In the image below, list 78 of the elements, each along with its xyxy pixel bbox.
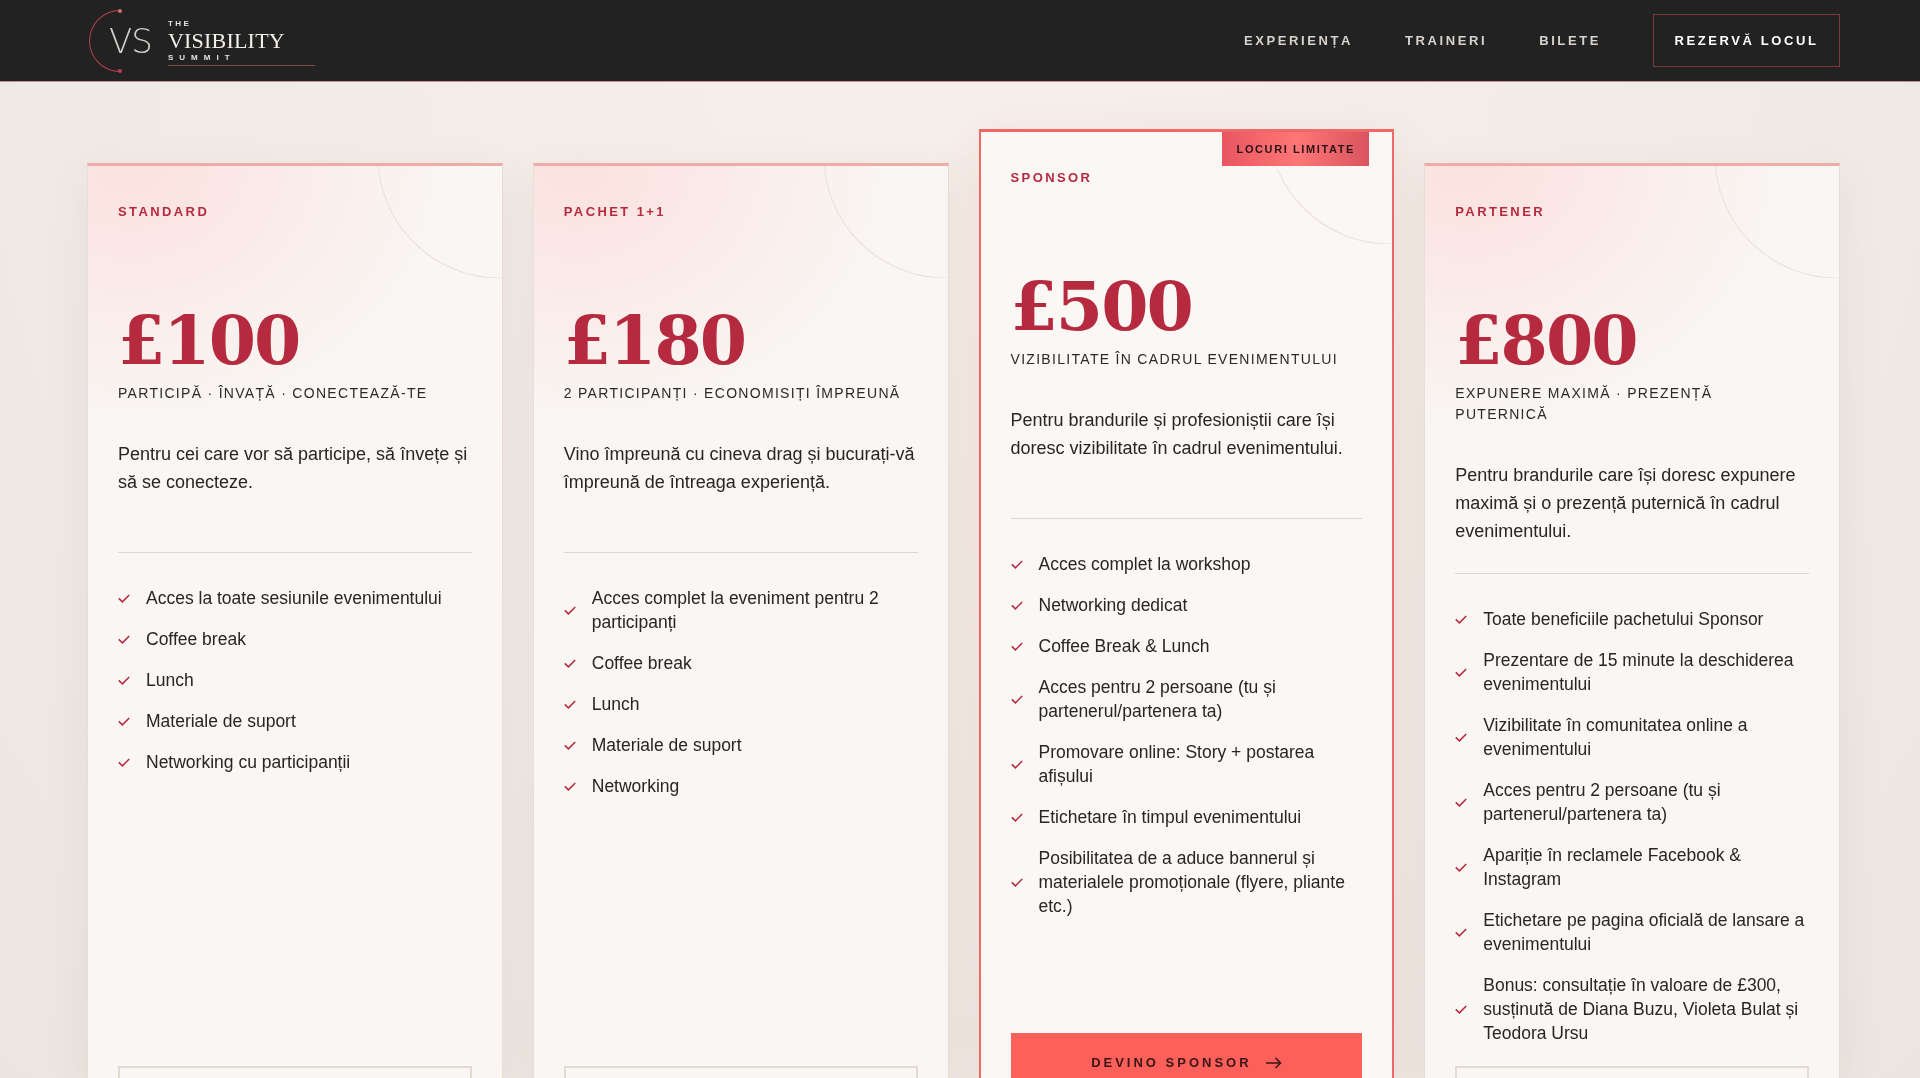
check-icon bbox=[1010, 812, 1023, 822]
logo-tagline: SUMMIT bbox=[168, 53, 236, 62]
feature-text: Acces pentru 2 persoane (tu și partenerul/partenera ta) bbox=[1483, 779, 1722, 826]
plan-price: £180 bbox=[563, 300, 745, 380]
check-icon bbox=[563, 699, 576, 709]
feature-text: Networking cu participanții bbox=[146, 751, 351, 774]
plan-description: Pentru brandurile și profesioniștii care își doresc vizibilitate în cadrul evenimentului. bbox=[1010, 409, 1344, 460]
outline-button[interactable] bbox=[1455, 1066, 1809, 1078]
feature-text: Bonus: consultație în valoare de £300, susținută de Diana Buzu, Violeta Bulat și Teodora Ursu bbox=[1483, 974, 1800, 1045]
check-icon bbox=[1455, 732, 1468, 742]
check-icon bbox=[1010, 559, 1023, 569]
logo-monogram: VS bbox=[89, 8, 155, 73]
check-icon bbox=[118, 757, 130, 767]
plan-description: Pentru cei care vor să participe, să învețe și să se conecteze. bbox=[118, 443, 469, 494]
check-icon bbox=[1455, 862, 1468, 872]
check-icon bbox=[1455, 797, 1468, 807]
logo-tagline: THE bbox=[168, 19, 192, 28]
plan-price: £800 bbox=[1455, 300, 1637, 380]
plan-price: £100 bbox=[118, 300, 300, 380]
check-icon bbox=[563, 781, 576, 791]
outline-button[interactable] bbox=[563, 1066, 918, 1078]
check-icon bbox=[118, 634, 130, 644]
feature-text: Prezentare de 15 minute la deschiderea evenimentului bbox=[1483, 649, 1795, 696]
check-icon bbox=[1455, 614, 1468, 624]
feature-text: Acces la toate sesiunile evenimentului bbox=[146, 587, 442, 610]
feature-text: Posibilitatea de a aduce bannerul și materialele promoționale (flyere, pliante etc.) bbox=[1038, 847, 1346, 918]
badge: LOCURI LIMITATE bbox=[1222, 132, 1370, 166]
check-icon bbox=[1455, 1004, 1468, 1014]
feature-text: Vizibilitate în comunitatea online a evenimentului bbox=[1483, 714, 1749, 761]
arrow-icon bbox=[1265, 1057, 1282, 1069]
check-icon bbox=[563, 658, 576, 668]
feature-text: Etichetare în timpul evenimentului bbox=[1038, 806, 1302, 829]
sponsor-button[interactable]: DEVINO SPONSOR bbox=[1010, 1033, 1363, 1078]
plan-description: Pentru brandurile care își doresc expunere maximă și o prezență puternică în cadrul evenimentului. bbox=[1455, 464, 1797, 543]
feature-text: Coffee break bbox=[591, 652, 692, 675]
outline-button[interactable] bbox=[118, 1066, 472, 1078]
nav-link[interactable]: EXPERIENȚA bbox=[1243, 33, 1353, 48]
feature-text: Etichetare pe pagina oficială de lansare a evenimentului bbox=[1483, 909, 1806, 956]
check-icon bbox=[1010, 641, 1023, 651]
check-icon bbox=[1010, 600, 1023, 610]
feature-text: Coffee Break & Lunch bbox=[1038, 635, 1210, 658]
reserve-button[interactable]: REZERVĂ LOCUL bbox=[1653, 14, 1840, 67]
feature-text: Coffee break bbox=[146, 628, 246, 651]
logo-wordmark: VISIBILITY bbox=[168, 29, 285, 52]
plan-subtitle: PARTICIPĂ · ÎNVAȚĂ · CONECTEAZĂ-TE bbox=[118, 384, 428, 403]
feature-text: Acces complet la workshop bbox=[1038, 553, 1251, 576]
check-icon bbox=[118, 593, 130, 603]
feature-text: Lunch bbox=[591, 693, 640, 716]
check-icon bbox=[563, 605, 576, 615]
feature-text: Networking dedicat bbox=[1038, 594, 1188, 617]
plan-label: PARTENER bbox=[1455, 203, 1545, 221]
feature-text: Acces complet la eveniment pentru 2 participanți bbox=[591, 587, 880, 634]
plan-subtitle: EXPUNERE MAXIMĂ · PREZENȚĂ PUTERNICĂ bbox=[1455, 384, 1714, 424]
check-icon bbox=[1455, 667, 1468, 677]
feature-text: Lunch bbox=[146, 669, 194, 692]
plan-price: £500 bbox=[1010, 266, 1192, 346]
check-icon bbox=[1010, 694, 1023, 704]
check-icon bbox=[1010, 759, 1023, 769]
nav-link[interactable]: TRAINERI bbox=[1404, 33, 1488, 48]
feature-text: Acces pentru 2 persoane (tu și partenerul/partenera ta) bbox=[1038, 676, 1277, 723]
plan-subtitle: 2 PARTICIPANȚI · ECONOMISIȚI ÎMPREUNĂ bbox=[563, 384, 901, 403]
plan-label: SPONSOR bbox=[1010, 169, 1093, 187]
feature-text: Apariție în reclamele Facebook & Instagram bbox=[1483, 844, 1743, 891]
check-icon bbox=[1010, 877, 1023, 887]
plan-description: Vino împreună cu cineva drag și bucurați-vă împreună de întreaga experiență. bbox=[563, 443, 916, 494]
plan-subtitle: VIZIBILITATE ÎN CADRUL EVENIMENTULUI bbox=[1010, 350, 1338, 369]
feature-text: Toate beneficiile pachetului Sponsor bbox=[1483, 608, 1764, 631]
plan-label: PACHET 1+1 bbox=[563, 203, 666, 221]
feature-text: Networking bbox=[591, 775, 680, 798]
check-icon bbox=[563, 740, 576, 750]
nav-link[interactable]: BILETE bbox=[1539, 33, 1601, 48]
feature-text: Materiale de suport bbox=[146, 710, 296, 733]
check-icon bbox=[118, 675, 130, 685]
feature-text: Materiale de suport bbox=[591, 734, 742, 757]
check-icon bbox=[1455, 927, 1468, 937]
check-icon bbox=[118, 716, 130, 726]
plan-label: STANDARD bbox=[118, 203, 210, 221]
feature-text: Promovare online: Story + postarea afișului bbox=[1038, 741, 1316, 788]
